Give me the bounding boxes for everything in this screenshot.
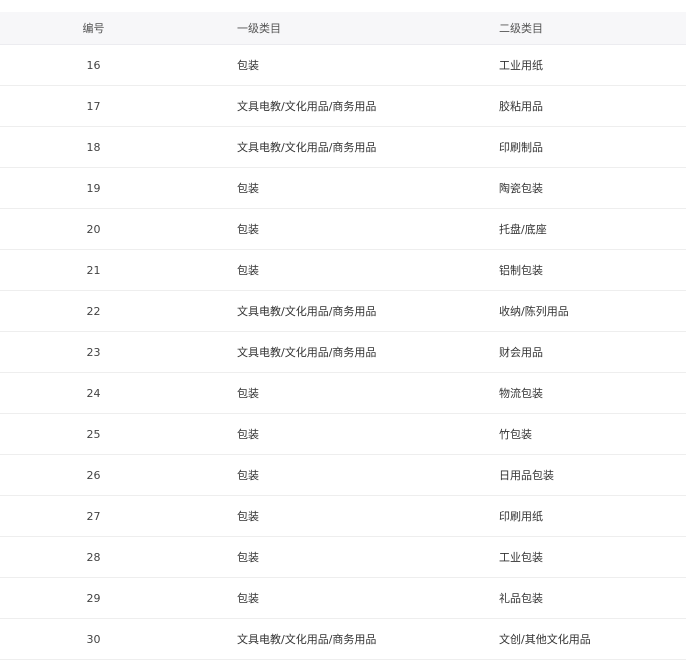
table-row: 29 包装 礼品包装 bbox=[0, 578, 686, 619]
cell-id: 18 bbox=[86, 140, 101, 154]
cell-id: 24 bbox=[86, 386, 101, 400]
cell-category-2: 工业用纸 bbox=[499, 59, 543, 72]
table-row: 30 文具电教/文化用品/商务用品 文创/其他文化用品 bbox=[0, 619, 686, 660]
cell-category-1: 包装 bbox=[237, 592, 259, 605]
table-row: 17 文具电教/文化用品/商务用品 胶粘用品 bbox=[0, 86, 686, 127]
table-row: 20 包装 托盘/底座 bbox=[0, 209, 686, 250]
table-row: 26 包装 日用品包装 bbox=[0, 455, 686, 496]
cell-category-2: 文创/其他文化用品 bbox=[499, 633, 591, 646]
cell-category-1: 包装 bbox=[237, 182, 259, 195]
cell-id: 28 bbox=[86, 550, 101, 564]
table-row: 18 文具电教/文化用品/商务用品 印刷制品 bbox=[0, 127, 686, 168]
cell-category-2: 物流包装 bbox=[499, 387, 543, 400]
table-body: 16 包装 工业用纸 17 文具电教/文化用品/商务用品 胶粘用品 18 文具电… bbox=[0, 45, 686, 660]
cell-id: 30 bbox=[86, 632, 101, 646]
cell-category-2: 印刷用纸 bbox=[499, 510, 543, 523]
table-row: 22 文具电教/文化用品/商务用品 收纳/陈列用品 bbox=[0, 291, 686, 332]
table-row: 28 包装 工业包装 bbox=[0, 537, 686, 578]
cell-category-2: 财会用品 bbox=[499, 346, 543, 359]
table-header-row: 编号 一级类目 二级类目 bbox=[0, 12, 686, 45]
table-row: 23 文具电教/文化用品/商务用品 财会用品 bbox=[0, 332, 686, 373]
cell-category-1: 包装 bbox=[237, 59, 259, 72]
cell-id: 25 bbox=[86, 427, 101, 441]
cell-category-2: 收纳/陈列用品 bbox=[499, 305, 569, 318]
cell-category-1: 包装 bbox=[237, 223, 259, 236]
cell-id: 16 bbox=[86, 58, 101, 72]
cell-category-1: 包装 bbox=[237, 387, 259, 400]
cell-category-1: 文具电教/文化用品/商务用品 bbox=[237, 141, 377, 154]
cell-category-2: 竹包装 bbox=[499, 428, 532, 441]
cell-id: 27 bbox=[86, 509, 101, 523]
cell-id: 26 bbox=[86, 468, 101, 482]
cell-category-1: 文具电教/文化用品/商务用品 bbox=[237, 633, 377, 646]
cell-category-1: 包装 bbox=[237, 264, 259, 277]
table-row: 16 包装 工业用纸 bbox=[0, 45, 686, 86]
cell-id: 21 bbox=[86, 263, 101, 277]
category-table: 编号 一级类目 二级类目 16 包装 工业用纸 17 文具电教/文化用品/商务用… bbox=[0, 0, 686, 660]
cell-id: 22 bbox=[86, 304, 101, 318]
cell-category-1: 包装 bbox=[237, 469, 259, 482]
cell-category-1: 文具电教/文化用品/商务用品 bbox=[237, 305, 377, 318]
cell-category-1: 包装 bbox=[237, 428, 259, 441]
cell-category-2: 工业包装 bbox=[499, 551, 543, 564]
cell-category-2: 礼品包装 bbox=[499, 592, 543, 605]
cell-category-2: 胶粘用品 bbox=[499, 100, 543, 113]
cell-category-2: 日用品包装 bbox=[499, 469, 554, 482]
cell-category-1: 文具电教/文化用品/商务用品 bbox=[237, 100, 377, 113]
table-row: 25 包装 竹包装 bbox=[0, 414, 686, 455]
table-row: 27 包装 印刷用纸 bbox=[0, 496, 686, 537]
table-row: 24 包装 物流包装 bbox=[0, 373, 686, 414]
header-category-1: 一级类目 bbox=[237, 22, 281, 35]
cell-category-2: 陶瓷包装 bbox=[499, 182, 543, 195]
cell-id: 19 bbox=[86, 181, 101, 195]
cell-category-1: 包装 bbox=[237, 551, 259, 564]
cell-category-1: 文具电教/文化用品/商务用品 bbox=[237, 346, 377, 359]
cell-id: 20 bbox=[86, 222, 101, 236]
cell-category-2: 印刷制品 bbox=[499, 141, 543, 154]
cell-id: 23 bbox=[86, 345, 101, 359]
cell-category-1: 包装 bbox=[237, 510, 259, 523]
cell-category-2: 铝制包装 bbox=[499, 264, 543, 277]
header-id: 编号 bbox=[82, 22, 105, 35]
cell-id: 29 bbox=[86, 591, 101, 605]
table-row: 19 包装 陶瓷包装 bbox=[0, 168, 686, 209]
cell-category-2: 托盘/底座 bbox=[499, 223, 547, 236]
header-category-2: 二级类目 bbox=[499, 22, 543, 35]
cell-id: 17 bbox=[86, 99, 101, 113]
table-row: 21 包装 铝制包装 bbox=[0, 250, 686, 291]
